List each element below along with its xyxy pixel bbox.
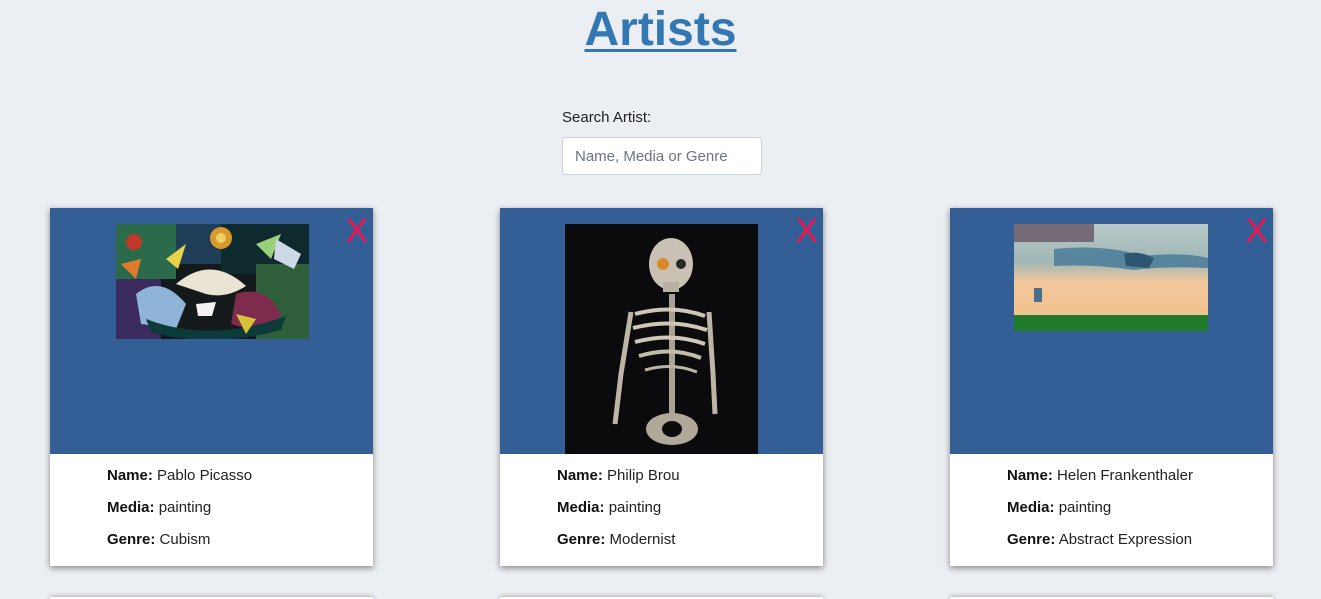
artist-card: X Name: Pablo Picasso Media: painting Ge…: [50, 208, 373, 566]
search-input[interactable]: [562, 137, 762, 175]
artist-card: X Name: Philip Brou Media: painting Genr…: [500, 208, 823, 566]
artist-name: Name: Philip Brou: [557, 467, 680, 484]
genre-label: Genre:: [557, 531, 606, 548]
artist-card: X Name: Helen Frankenthaler Media: paint…: [950, 208, 1273, 566]
artwork-image: [565, 224, 758, 454]
artist-media: Media: painting: [557, 499, 661, 516]
search-label: Search Artist:: [562, 109, 652, 126]
genre-label: Genre:: [1007, 531, 1056, 548]
media-value: painting: [1058, 499, 1112, 516]
artwork-image: [116, 224, 309, 339]
media-label: Media:: [107, 499, 155, 516]
artwork-panel: X: [500, 208, 823, 454]
genre-label: Genre:: [107, 531, 156, 548]
media-label: Media:: [557, 499, 605, 516]
artist-name: Name: Pablo Picasso: [107, 467, 252, 484]
name-value: Helen Frankenthaler: [1057, 467, 1193, 484]
name-label: Name:: [1007, 467, 1053, 484]
artist-media: Media: painting: [1007, 499, 1111, 516]
artist-genre: Genre: Cubism: [107, 531, 210, 548]
page: Artists Search Artist: Name, Media or Ge…: [0, 0, 1321, 599]
delete-card-button[interactable]: X: [795, 214, 818, 248]
artist-genre: Genre: Abstract Expression: [1007, 531, 1192, 548]
name-value: Pablo Picasso: [157, 467, 253, 484]
artist-genre: Genre: Modernist: [557, 531, 675, 548]
name-label: Name:: [107, 467, 153, 484]
artwork-panel: X: [950, 208, 1273, 454]
name-label: Name:: [557, 467, 603, 484]
artwork-panel: X: [50, 208, 373, 454]
artwork-image: [1014, 224, 1208, 331]
artist-name: Name: Helen Frankenthaler: [1007, 467, 1193, 484]
genre-value: Abstract Expression: [1058, 531, 1193, 548]
delete-card-button[interactable]: X: [1245, 214, 1268, 248]
page-title[interactable]: Artists: [0, 0, 1321, 58]
media-label: Media:: [1007, 499, 1055, 516]
artist-media: Media: painting: [107, 499, 211, 516]
genre-value: Modernist: [609, 531, 676, 548]
genre-value: Cubism: [159, 531, 211, 548]
media-value: painting: [158, 499, 212, 516]
delete-card-button[interactable]: X: [345, 214, 368, 248]
media-value: painting: [608, 499, 662, 516]
name-value: Philip Brou: [607, 467, 680, 484]
